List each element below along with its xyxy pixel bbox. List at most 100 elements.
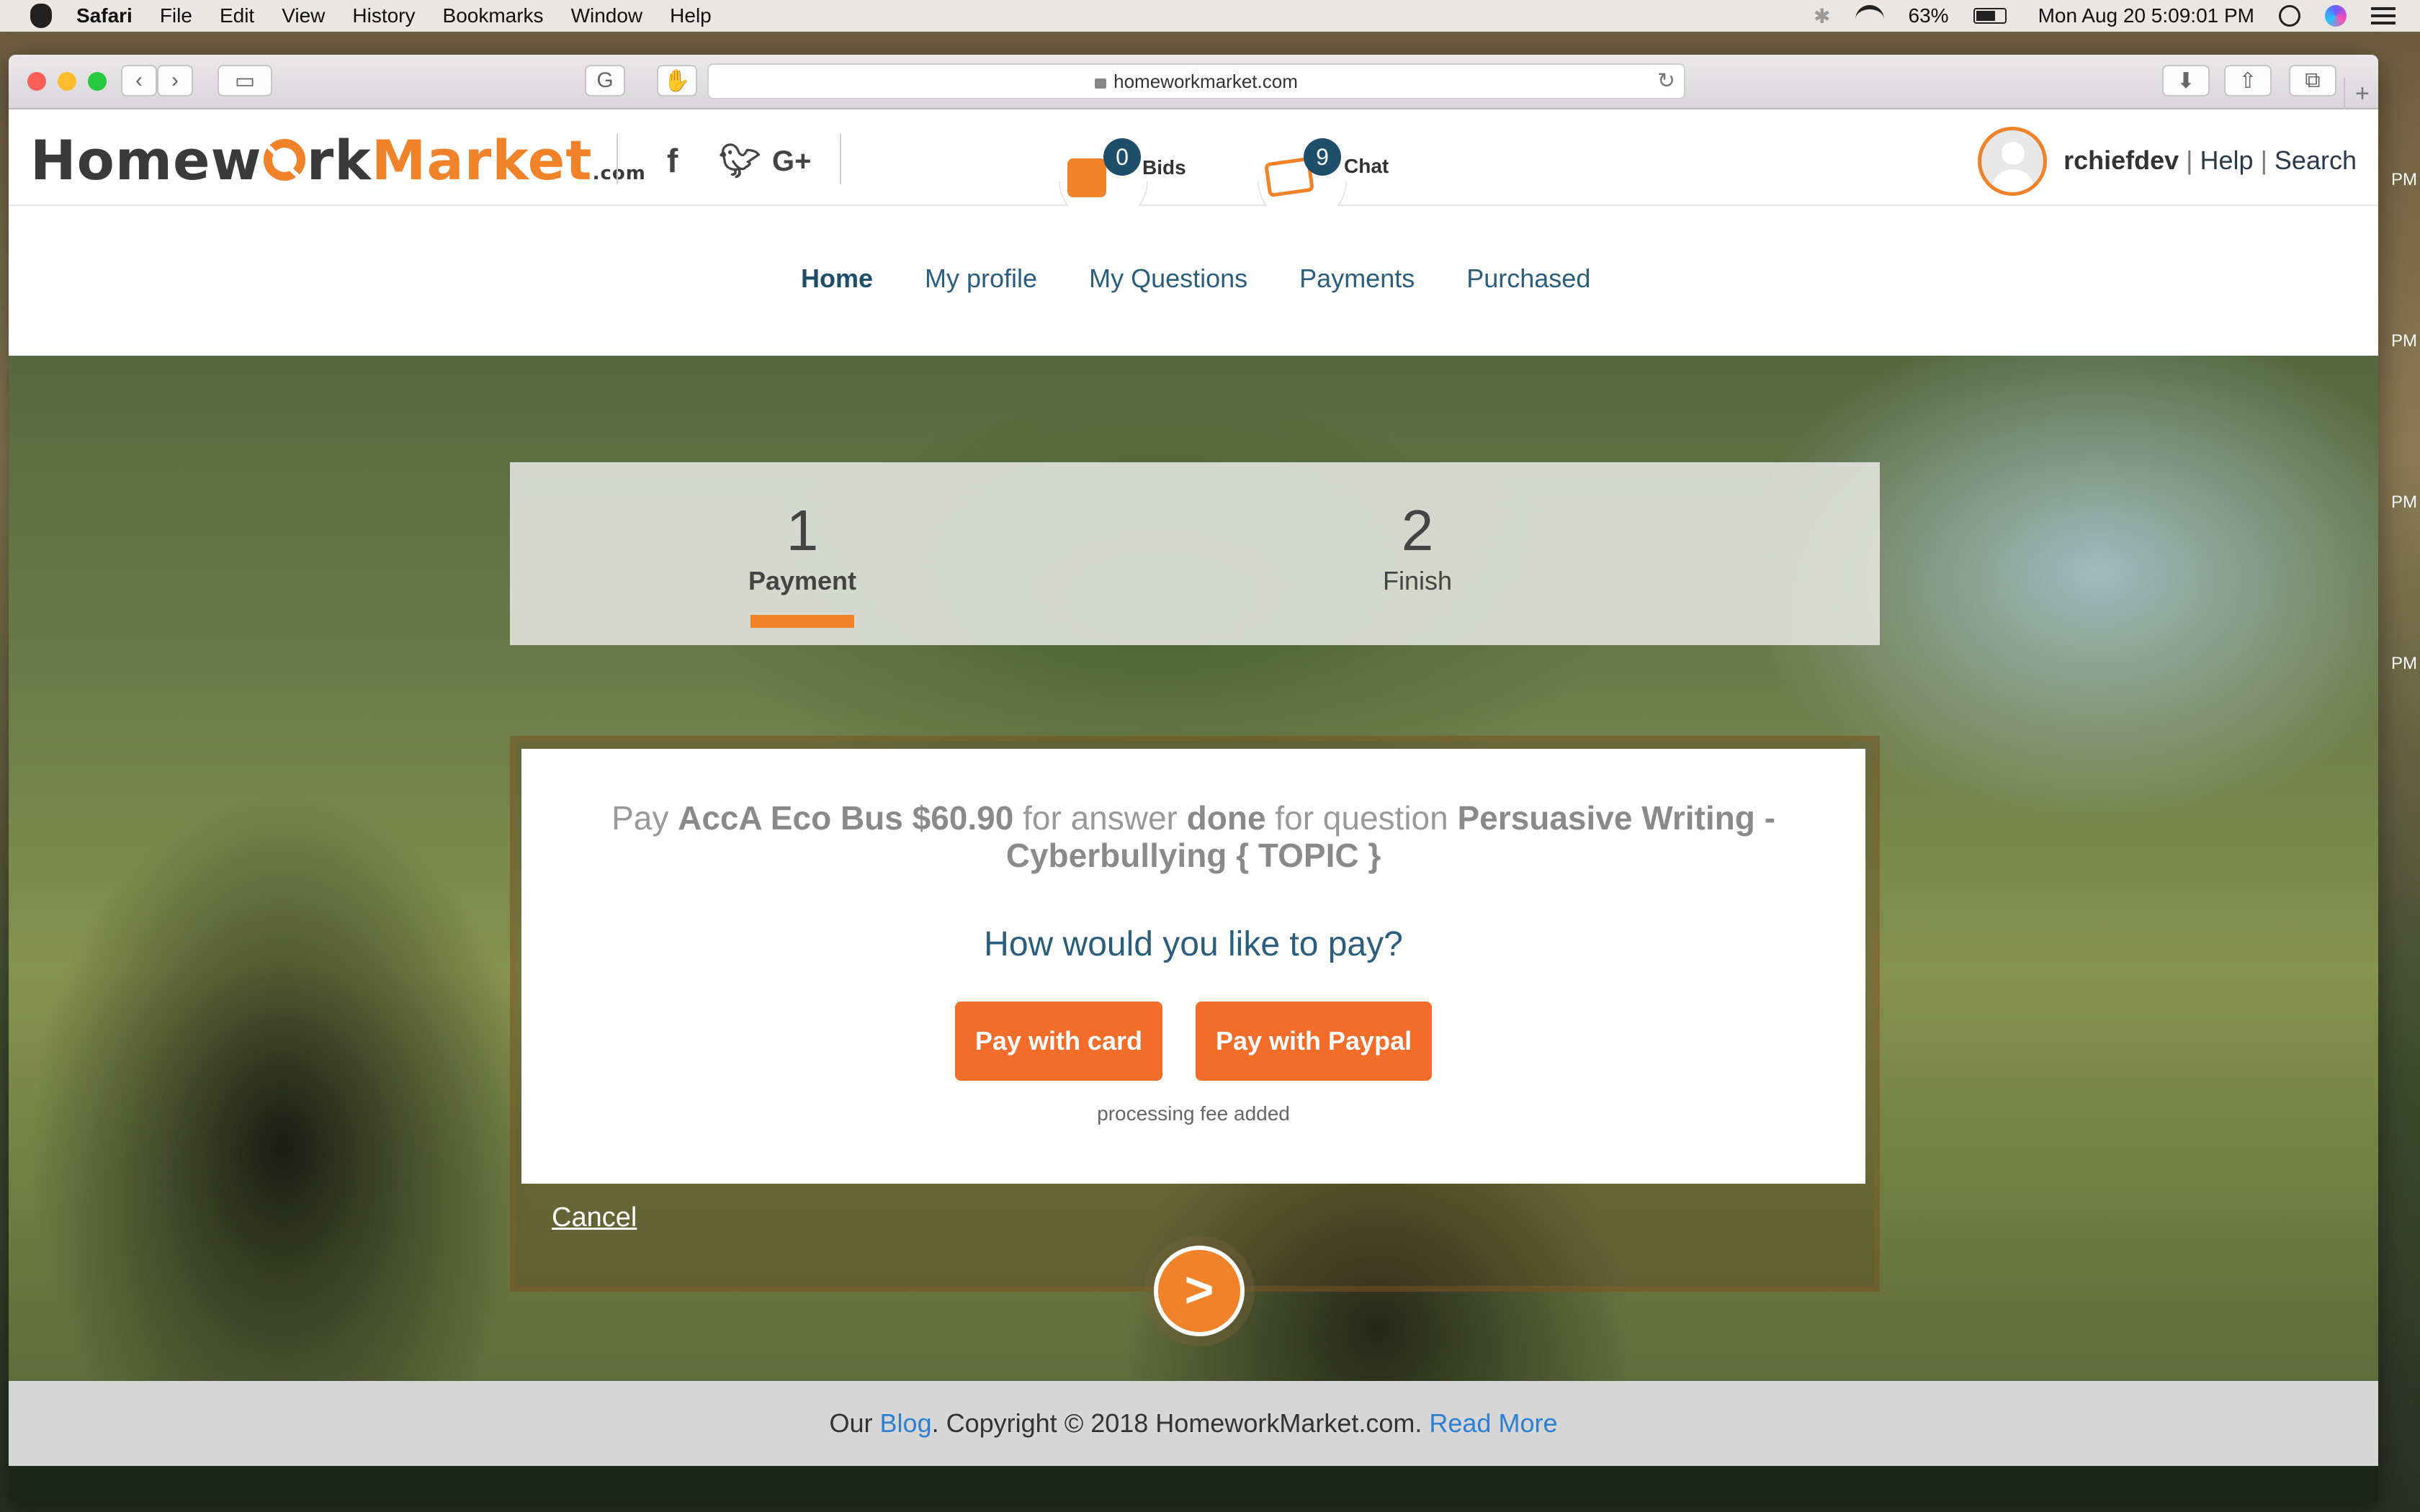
logo-text-rk: rk — [306, 128, 372, 192]
address-bar[interactable]: homeworkmarket.com ↻ — [707, 63, 1685, 99]
zoom-window-button[interactable] — [88, 72, 107, 91]
apple-icon[interactable] — [30, 4, 52, 28]
desktop-pm-label: PM — [2391, 331, 2417, 351]
answer-name: done — [1186, 799, 1266, 837]
battery-icon[interactable] — [1973, 8, 2007, 24]
help-link[interactable]: Help — [2200, 145, 2254, 175]
nav-payments[interactable]: Payments — [1299, 264, 1415, 294]
share-icon: ⇧ — [2238, 68, 2257, 93]
chevron-left-icon: ‹ — [135, 68, 143, 92]
menu-help[interactable]: Help — [670, 4, 712, 27]
chevron-right-icon: › — [171, 68, 179, 92]
user-links: rchiefdev | Help | Search — [2063, 145, 2357, 175]
pay-with-card-button[interactable]: Pay with card — [954, 1002, 1162, 1081]
divider — [617, 134, 618, 184]
spotlight-search-icon[interactable] — [2279, 5, 2300, 27]
downloads-button[interactable]: ⬇ — [2162, 65, 2210, 96]
for-question-text: for question — [1275, 799, 1448, 837]
payment-method-prompt: How would you like to pay? — [984, 925, 1403, 963]
extension-button-2[interactable]: ✋ — [657, 65, 697, 96]
read-more-link[interactable]: Read More — [1429, 1408, 1557, 1438]
wifi-icon[interactable] — [1855, 5, 1884, 27]
blog-link[interactable]: Blog — [880, 1408, 932, 1438]
browser-toolbar: ‹ › ▭ G ✋ homeworkmarket.com ↻ ⬇ ⇧ ⧉ + — [9, 55, 2378, 109]
battery-percent[interactable]: 63% — [1909, 4, 1949, 27]
step-number: 1 — [786, 498, 819, 562]
grammarly-icon: G — [596, 68, 614, 92]
user-avatar[interactable] — [1978, 127, 2047, 196]
new-tab-button[interactable]: + — [2344, 78, 2378, 109]
menu-bookmarks[interactable]: Bookmarks — [443, 4, 544, 27]
macos-menu-bar: Safari File Edit View History Bookmarks … — [0, 0, 2420, 32]
payment-stepper: 1 Payment 2 Finish — [510, 462, 1880, 645]
pay-word: Pay — [611, 799, 669, 837]
username-link[interactable]: rchiefdev — [2063, 145, 2179, 175]
menu-window[interactable]: Window — [571, 4, 643, 27]
bids-hand-icon — [1067, 158, 1106, 197]
search-link[interactable]: Search — [2275, 145, 2357, 175]
menu-file[interactable]: File — [160, 4, 192, 27]
twitter-icon[interactable]: 🐦︎ — [719, 141, 761, 181]
for-answer-text: for answer — [1023, 799, 1178, 837]
chat-badge[interactable]: 9 Chat — [1258, 138, 1389, 222]
siri-icon[interactable] — [2325, 5, 2347, 27]
menu-view[interactable]: View — [282, 4, 325, 27]
chat-label: Chat — [1344, 155, 1389, 177]
sidebar-icon: ▭ — [234, 68, 256, 93]
page-bottom — [9, 1466, 2378, 1502]
url-text: homeworkmarket.com — [1113, 71, 1298, 92]
menu-app-safari[interactable]: Safari — [76, 4, 133, 27]
close-window-button[interactable] — [27, 72, 46, 91]
payment-panel: Pay AccA Eco Bus $60.90 for answer done … — [521, 749, 1865, 1184]
share-button[interactable]: ⇧ — [2224, 65, 2272, 96]
site-header: Homew rkMarket.com f 🐦︎ G+ 0 Bids 9 Chat … — [9, 109, 2378, 222]
safari-window: ‹ › ▭ G ✋ homeworkmarket.com ↻ ⬇ ⇧ ⧉ + H… — [9, 55, 2378, 1502]
copyright-text: . Copyright © 2018 HomeworkMarket.com. — [931, 1408, 1422, 1438]
hero-background: 1 Payment 2 Finish Pay AccA Eco Bus $60.… — [9, 356, 2378, 1381]
logo-text-home: Homew — [30, 128, 262, 192]
cancel-link[interactable]: Cancel — [552, 1202, 637, 1233]
minimize-window-button[interactable] — [58, 72, 76, 91]
google-plus-icon[interactable]: G+ — [772, 145, 811, 178]
facebook-icon[interactable]: f — [667, 141, 678, 180]
download-icon: ⬇ — [2177, 68, 2195, 93]
step-number: 2 — [1401, 498, 1434, 562]
arrow-right-icon: > — [1184, 1261, 1214, 1318]
nav-purchased[interactable]: Purchased — [1466, 264, 1590, 294]
step-label: Payment — [748, 566, 857, 595]
bids-badge[interactable]: 0 Bids — [1059, 138, 1186, 222]
payment-amount: $60.90 — [912, 799, 1014, 837]
nav-home[interactable]: Home — [801, 264, 873, 294]
desktop-pm-label: PM — [2391, 170, 2417, 189]
step-label: Finish — [1382, 566, 1453, 595]
step-payment: 1 Payment — [694, 498, 910, 628]
active-step-indicator — [750, 615, 854, 628]
extension-button[interactable]: G — [585, 65, 625, 96]
tabs-overview-button[interactable]: ⧉ — [2289, 65, 2336, 96]
menu-edit[interactable]: Edit — [220, 4, 254, 27]
sidebar-button[interactable]: ▭ — [218, 65, 272, 96]
nav-my-questions[interactable]: My Questions — [1089, 264, 1247, 294]
homeworkmarket-logo[interactable]: Homew rkMarket.com — [30, 128, 646, 192]
bids-label: Bids — [1142, 156, 1186, 179]
hand-icon: ✋ — [663, 68, 691, 93]
next-step-button[interactable]: > — [1154, 1246, 1245, 1336]
nav-my-profile[interactable]: My profile — [925, 264, 1037, 294]
window-controls — [27, 72, 118, 91]
pay-with-paypal-button[interactable]: Pay with Paypal — [1195, 1002, 1433, 1081]
reload-icon[interactable]: ↻ — [1657, 65, 1675, 98]
bluetooth-icon[interactable]: ✱ — [1814, 4, 1830, 28]
back-button[interactable]: ‹ — [121, 65, 157, 96]
tabs-icon: ⧉ — [2305, 68, 2321, 92]
desktop-pm-label: PM — [2391, 654, 2417, 673]
logo-text-com: .com — [592, 163, 646, 184]
notification-center-icon[interactable] — [2371, 7, 2396, 24]
payment-summary: Pay AccA Eco Bus $60.90 for answer done … — [521, 799, 1865, 874]
step-finish: 2 Finish — [1309, 498, 1525, 596]
forward-button[interactable]: › — [157, 65, 193, 96]
logo-text-market: Market — [371, 128, 593, 192]
lifebuoy-icon — [263, 139, 305, 181]
menu-history[interactable]: History — [352, 4, 415, 27]
bids-count: 0 — [1103, 138, 1141, 176]
menu-clock[interactable]: Mon Aug 20 5:09:01 PM — [2038, 4, 2254, 27]
